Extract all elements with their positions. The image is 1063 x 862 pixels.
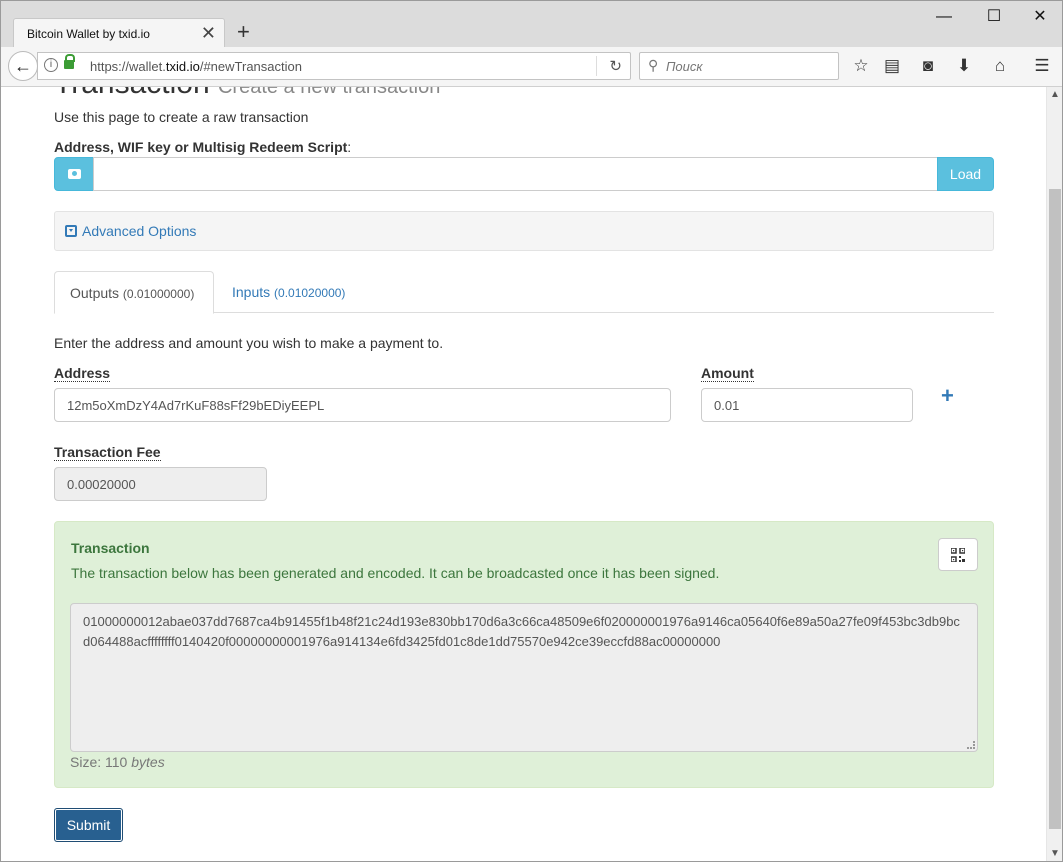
url-bar[interactable]: i https://wallet.txid.io/#newTransaction… (37, 52, 631, 80)
transaction-hex-textarea[interactable]: 01000000012abae037dd7687ca4b91455f1b48f2… (70, 603, 978, 752)
fee-label: Transaction Fee (54, 444, 161, 461)
tab-inputs[interactable]: Inputs (0.01020000) (217, 271, 357, 313)
scroll-thumb[interactable] (1049, 189, 1061, 829)
fee-input[interactable]: 0.00020000 (54, 467, 267, 501)
tab-title: Bitcoin Wallet by txid.io (27, 27, 150, 41)
page-content: Transaction Create a new transaction Use… (1, 87, 1046, 861)
info-icon[interactable]: i (44, 58, 58, 72)
page-subtitle: Create a new transaction (217, 87, 441, 98)
transaction-title: Transaction (71, 540, 150, 556)
intro-text: Use this page to create a raw transactio… (54, 109, 309, 125)
tab-close-icon[interactable]: ✕ (201, 23, 216, 43)
transaction-size: Size: 110 bytes (70, 754, 165, 770)
outputs-description: Enter the address and amount you wish to… (54, 335, 444, 351)
nav-bar: i https://wallet.txid.io/#newTransaction… (1, 47, 1062, 87)
load-button[interactable]: Load (937, 157, 994, 191)
inputs-total: (0.01020000) (274, 286, 346, 300)
qr-code-button[interactable] (938, 538, 978, 571)
reload-icon[interactable]: ↻ (609, 57, 622, 75)
transaction-message: The transaction below has been generated… (71, 565, 720, 581)
address-load-input[interactable] (93, 157, 938, 191)
back-button[interactable]: ← (8, 51, 38, 81)
browser-tab[interactable]: Bitcoin Wallet by txid.io ✕ (13, 18, 225, 48)
search-placeholder: Поиск (666, 59, 703, 74)
pocket-icon[interactable]: ◙ (917, 55, 939, 77)
qrcode-icon (951, 548, 965, 562)
close-window-icon[interactable]: ✕ (1030, 7, 1050, 27)
reading-list-icon[interactable]: ▤ (881, 55, 903, 77)
new-tab-icon[interactable]: + (237, 20, 250, 44)
tx-tabs: Outputs (0.01000000) Inputs (0.01020000) (54, 271, 994, 314)
address-load-label: Address, WIF key or Multisig Redeem Scri… (54, 139, 352, 155)
back-arrow-icon: ← (14, 56, 32, 76)
amount-input[interactable]: 0.01 (701, 388, 913, 422)
output-address-label: Address (54, 365, 111, 382)
output-address-input[interactable]: 12m5oXmDzY4Ad7rKuF88sFf29bEDiyEEPL (54, 388, 671, 422)
transaction-panel: Transaction The transaction below has be… (54, 521, 994, 788)
menu-icon[interactable]: ☰ (1031, 55, 1053, 77)
advanced-options-panel[interactable]: Advanced Options (54, 211, 994, 251)
maximize-icon[interactable]: ☐ (984, 7, 1004, 27)
amount-label: Amount (701, 365, 754, 382)
scan-camera-button[interactable] (54, 157, 94, 191)
scrollbar[interactable]: ▲ ▼ (1046, 87, 1062, 861)
url-divider (596, 56, 597, 76)
scroll-up-icon[interactable]: ▲ (1050, 89, 1060, 100)
page-title: Transaction Create a new transaction (54, 87, 440, 101)
browser-window: Bitcoin Wallet by txid.io ✕ + — ☐ ✕ i ht… (0, 0, 1063, 862)
camera-icon (68, 169, 81, 179)
search-input[interactable]: ⚲ Поиск (639, 52, 839, 80)
url-text[interactable]: https://wallet.txid.io/#newTransaction (90, 59, 302, 74)
outputs-total: (0.01000000) (122, 287, 195, 301)
advanced-options-link[interactable]: Advanced Options (82, 223, 196, 239)
collapse-toggle-icon[interactable] (65, 225, 77, 237)
resize-grip-icon[interactable] (967, 741, 975, 749)
tab-strip: Bitcoin Wallet by txid.io ✕ + — ☐ ✕ (1, 1, 1062, 48)
submit-button[interactable]: Submit (54, 808, 123, 842)
download-icon[interactable]: ⬇ (953, 55, 975, 77)
lock-icon (64, 54, 75, 69)
search-icon: ⚲ (648, 57, 659, 73)
scroll-down-icon[interactable]: ▼ (1050, 848, 1060, 859)
home-icon[interactable]: ⌂ (989, 55, 1011, 77)
add-output-icon[interactable]: + (941, 383, 954, 409)
address-load-group: Load (54, 157, 994, 191)
bookmark-star-icon[interactable]: ☆ (850, 55, 872, 77)
minimize-icon[interactable]: — (934, 7, 954, 27)
tab-outputs[interactable]: Outputs (0.01000000) (54, 271, 214, 314)
